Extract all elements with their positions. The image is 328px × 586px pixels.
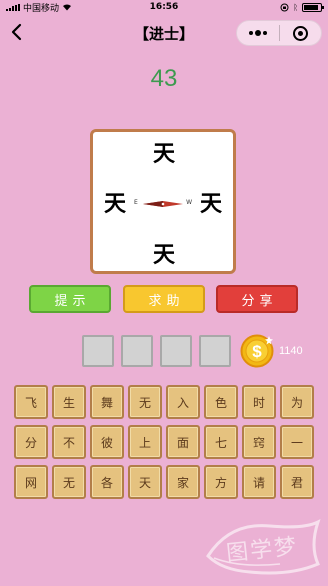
answer-slot-3[interactable] [160, 335, 192, 367]
answer-slot-1[interactable] [82, 335, 114, 367]
candidate-tile[interactable]: 彼 [90, 425, 124, 459]
coin-icon: $ [240, 334, 274, 368]
help-button[interactable]: 求助 [123, 285, 205, 313]
candidate-tile[interactable]: 为 [280, 385, 314, 419]
compass-needle: E W [131, 196, 195, 212]
svg-text:$: $ [252, 342, 262, 361]
bluetooth-icon: ᚱ [293, 3, 298, 12]
rotation-lock-icon [280, 3, 289, 12]
candidate-tile[interactable]: 面 [166, 425, 200, 459]
candidate-tile[interactable]: 七 [204, 425, 238, 459]
answer-slot-2[interactable] [121, 335, 153, 367]
candidate-tile[interactable]: 一 [280, 425, 314, 459]
candidate-tile[interactable]: 窍 [242, 425, 276, 459]
candidate-tile[interactable]: 上 [128, 425, 162, 459]
answer-row: $ 1140 [0, 334, 328, 369]
mini-program-capsule [236, 20, 322, 46]
candidate-tile[interactable]: 无 [52, 465, 86, 499]
close-mini-program-button[interactable] [280, 21, 322, 45]
candidate-tile[interactable]: 分 [14, 425, 48, 459]
candidate-tile[interactable]: 天 [128, 465, 162, 499]
coin-count: 1140 [279, 345, 303, 357]
candidate-tile[interactable]: 方 [204, 465, 238, 499]
candidate-tile[interactable]: 入 [166, 385, 200, 419]
status-bar: 中国移动 16:56 ᚱ [0, 0, 328, 14]
puzzle-char-bottom: 天 [152, 242, 175, 268]
status-right: ᚱ [280, 3, 324, 12]
candidate-tile[interactable]: 时 [242, 385, 276, 419]
hint-button[interactable]: 提示 [29, 285, 111, 313]
target-icon [292, 25, 308, 41]
candidate-tile[interactable]: 舞 [90, 385, 124, 419]
status-time: 16:56 [149, 2, 179, 12]
more-button[interactable] [237, 21, 279, 45]
candidate-tile[interactable]: 飞 [14, 385, 48, 419]
candidate-tile[interactable]: 各 [90, 465, 124, 499]
puzzle-char-top: 天 [152, 141, 175, 167]
more-icon [248, 30, 267, 36]
answer-slot-4[interactable] [199, 335, 231, 367]
nav-bar: 【进士】 [0, 14, 328, 50]
candidate-tile[interactable]: 生 [52, 385, 86, 419]
candidate-tile[interactable]: 家 [166, 465, 200, 499]
battery-icon [302, 3, 324, 12]
share-button[interactable]: 分享 [216, 285, 298, 313]
action-buttons: 提示 求助 分享 [0, 285, 328, 313]
puzzle-card: 天 天 天 天 E W [90, 129, 236, 274]
level-number: 43 [150, 65, 178, 92]
candidate-tile[interactable]: 君 [280, 465, 314, 499]
compass-label-w: W [186, 199, 192, 206]
candidate-tile[interactable]: 不 [52, 425, 86, 459]
puzzle-char-left: 天 [103, 191, 126, 217]
candidate-tile[interactable]: 无 [128, 385, 162, 419]
candidate-tile[interactable]: 请 [242, 465, 276, 499]
candidate-tile[interactable]: 色 [204, 385, 238, 419]
compass-label-e: E [134, 199, 138, 206]
watermark-logo: 图学梦 [200, 516, 324, 580]
candidate-tile[interactable]: 网 [14, 465, 48, 499]
puzzle-char-right: 天 [199, 191, 222, 217]
